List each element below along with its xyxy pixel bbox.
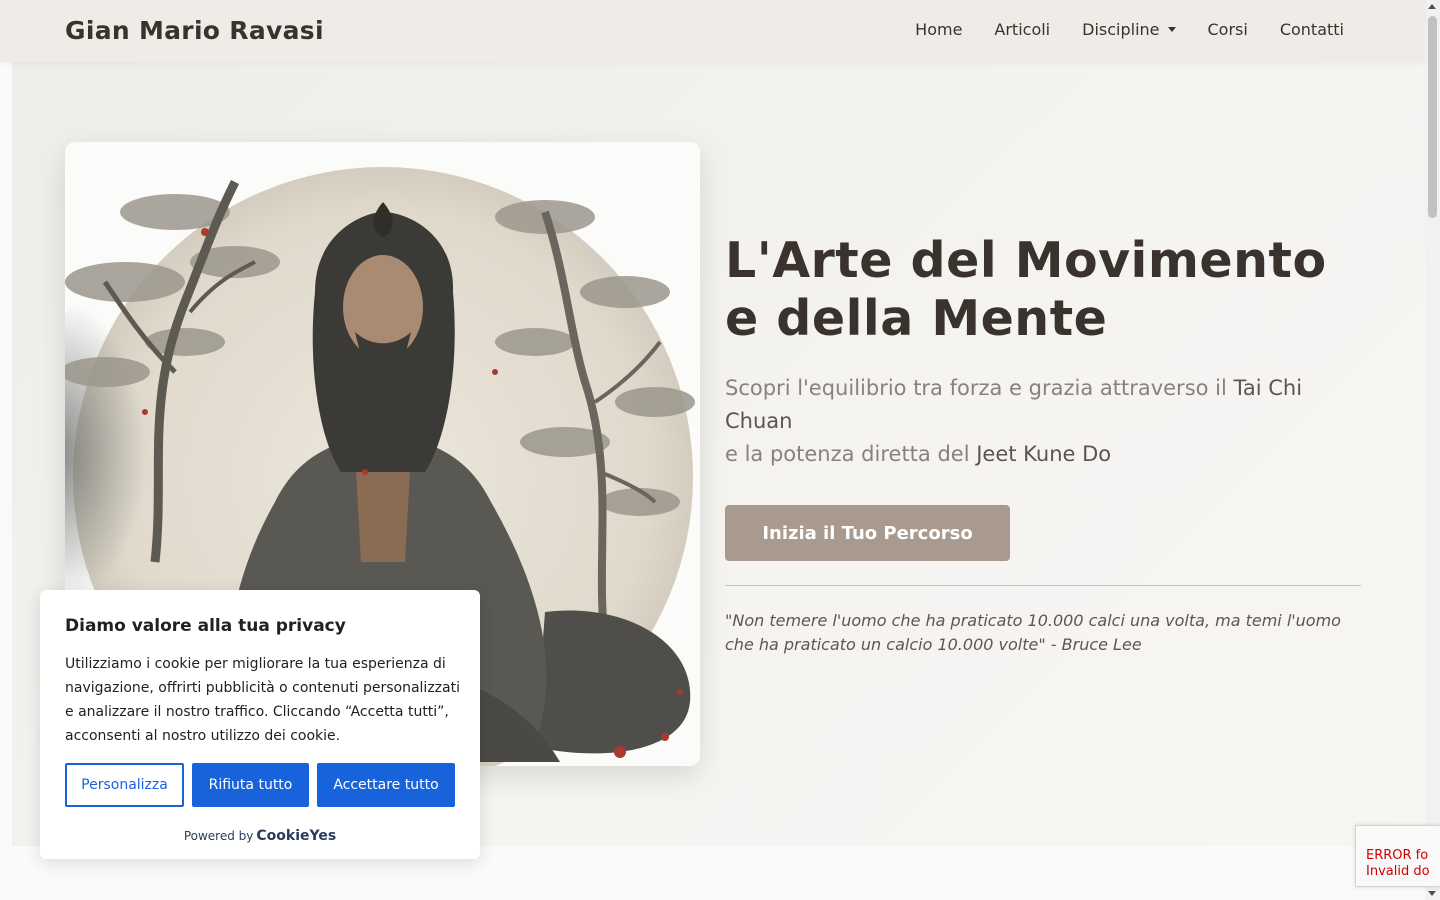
hero-title: L'Arte del Movimento e della Mente [725,232,1365,348]
nav-corsi[interactable]: Corsi [1208,20,1248,39]
navbar: Gian Mario Ravasi Home Articoli Discipli… [0,0,1425,62]
caret-down-icon [1167,27,1176,32]
nav-home[interactable]: Home [915,20,962,39]
divider [725,585,1361,586]
hero-sub-part2: e la potenza diretta del [725,442,977,466]
hero-subtitle: Scopri l'equilibrio tra forza e grazia a… [725,372,1365,471]
powered-by: Powered by CookieYes [40,828,480,844]
page-scrollbar[interactable] [1425,0,1440,900]
hero-title-line1: L'Arte del Movimento [725,232,1327,289]
recaptcha-error-line1: ERROR fo [1366,848,1429,863]
recaptcha-badge[interactable]: ERROR fo Invalid do [1355,825,1440,887]
nav-articoli[interactable]: Articoli [994,20,1050,39]
customize-button[interactable]: Personalizza [65,763,184,807]
scroll-up-arrow-icon[interactable] [1428,4,1436,9]
site-brand[interactable]: Gian Mario Ravasi [65,16,324,45]
nav-discipline-dropdown[interactable]: Discipline [1082,20,1176,39]
bruce-lee-quote: "Non temere l'uomo che ha praticato 10.0… [725,611,1341,654]
recaptcha-error-line2: Invalid do [1366,864,1430,879]
scroll-down-arrow-icon[interactable] [1428,891,1436,896]
powered-by-label: Powered by [183,829,254,843]
nav-contatti[interactable]: Contatti [1280,20,1344,39]
scroll-thumb[interactable] [1428,16,1437,218]
hero-sub-part1: Scopri l'equilibrio tra forza e grazia a… [725,376,1234,400]
cookie-text: Utilizziamo i cookie per migliorare la t… [65,656,460,744]
nav-links: Home Articoli Discipline Corsi Contatti [883,20,1344,39]
page-edge [0,62,12,846]
hero-sub-jkd: Jeet Kune Do [976,442,1112,466]
start-journey-button[interactable]: Inizia il Tuo Percorso [725,505,1010,561]
cookieyes-logo[interactable]: CookieYes [256,828,336,844]
cookie-consent-banner: Diamo valore alla tua privacy Utilizziam… [40,590,480,859]
reject-all-button[interactable]: Rifiuta tutto [192,763,309,807]
accept-all-button[interactable]: Accettare tutto [317,763,455,807]
hero-title-line2: e della Mente [725,290,1108,347]
nav-discipline-label: Discipline [1082,20,1160,39]
cookie-title: Diamo valore alla tua privacy [65,616,346,636]
